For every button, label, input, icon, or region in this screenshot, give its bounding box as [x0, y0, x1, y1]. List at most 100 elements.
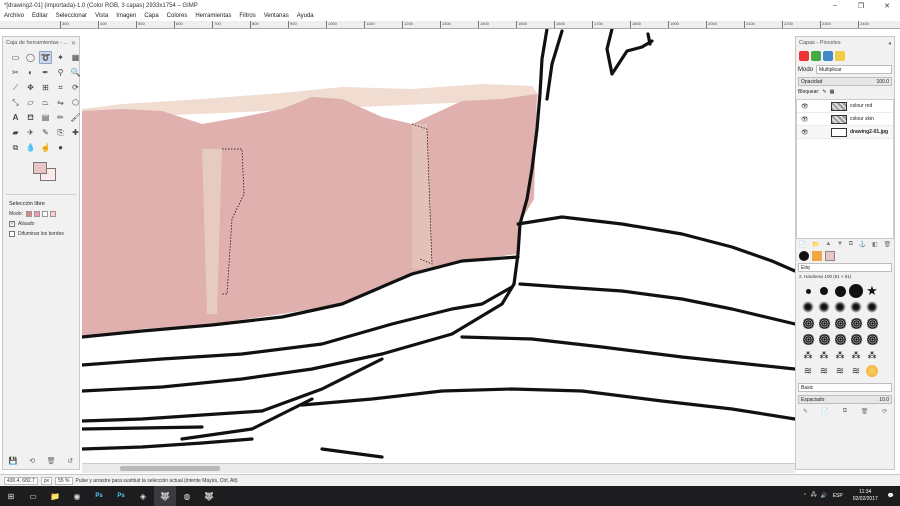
menu-ventanas[interactable]: Ventanas [264, 13, 289, 19]
layer-item[interactable]: 👁 colour skin [797, 113, 893, 126]
refresh-brushes-icon[interactable]: ⟳ [882, 408, 887, 415]
menu-filtros[interactable]: Filtros [239, 13, 255, 19]
brush-grass-icon[interactable]: ⁂ [800, 347, 816, 363]
brush-splat-icon[interactable] [832, 331, 848, 347]
clone-icon[interactable]: ⎘ [54, 126, 67, 139]
brush-sun-icon[interactable] [864, 363, 880, 379]
file-explorer-icon[interactable]: 📁 [44, 486, 66, 506]
chrome-icon[interactable]: ◉ [66, 486, 88, 506]
delete-brush-icon[interactable]: 🗑 [861, 408, 869, 415]
brush-dot-l-icon[interactable] [832, 283, 848, 299]
brush-splat-icon[interactable] [816, 331, 832, 347]
mode-add-icon[interactable] [33, 211, 40, 217]
perspective-icon[interactable]: ⏢ [39, 96, 52, 109]
mode-intersect-icon[interactable] [49, 211, 56, 217]
scrollbar-thumb[interactable] [120, 466, 220, 471]
dock-menu-icon[interactable]: ◂ [888, 40, 891, 47]
layer-item[interactable]: 👁 colour red [797, 100, 893, 113]
brush-splat-icon[interactable] [800, 315, 816, 331]
zoom-select[interactable]: 55 % [55, 476, 73, 485]
mask-layer-icon[interactable]: ◧ [872, 241, 878, 248]
zoom-icon[interactable]: 🔍 [69, 66, 82, 79]
foreground-select-icon[interactable]: ◐ [24, 66, 37, 79]
menu-colores[interactable]: Colores [167, 13, 188, 19]
antialias-checkbox[interactable]: ✓ [9, 221, 15, 227]
delete-layer-icon[interactable]: 🗑 [883, 241, 891, 248]
brush-hatch-icon[interactable]: ≋ [832, 363, 848, 379]
maximize-button[interactable]: ❐ [848, 2, 874, 10]
eraser-icon[interactable]: ▰ [9, 126, 22, 139]
browser-icon[interactable]: ◍ [176, 486, 198, 506]
brush-grass-icon[interactable]: ⁂ [816, 347, 832, 363]
brush-star-icon[interactable]: ★ [864, 283, 880, 299]
brush-splat-icon[interactable] [800, 331, 816, 347]
delete-options-icon[interactable]: 🗑 [47, 457, 56, 465]
task-view-icon[interactable]: ▭ [22, 486, 44, 506]
spacing-slider[interactable]: Espaciado 10.0 [798, 395, 892, 404]
brush-fuzzy-icon[interactable] [832, 299, 848, 315]
brush-dot-xl-icon[interactable] [848, 283, 864, 299]
brush-hatch-icon[interactable]: ≋ [848, 363, 864, 379]
tab-channels-icon[interactable] [811, 51, 821, 61]
align-icon[interactable]: ⊞ [39, 81, 52, 94]
lock-pixels-icon[interactable]: ✎ [822, 89, 826, 95]
gradient-tab-icon[interactable] [825, 251, 835, 261]
ink-icon[interactable]: ✎ [39, 126, 52, 139]
lock-alpha-icon[interactable]: ▦ [830, 89, 835, 95]
save-options-icon[interactable]: 💾 [9, 457, 18, 465]
anchor-layer-icon[interactable]: ⚓ [859, 241, 866, 248]
brush-dot-s-icon[interactable] [800, 283, 816, 299]
text-icon[interactable]: A [9, 111, 22, 124]
lower-layer-icon[interactable]: ▼ [837, 241, 843, 247]
brush-splat-icon[interactable] [864, 331, 880, 347]
menu-ayuda[interactable]: Ayuda [297, 13, 314, 19]
visibility-eye-icon[interactable]: 👁 [801, 129, 811, 136]
language-indicator[interactable]: ESP [833, 493, 843, 499]
menu-vista[interactable]: Vista [95, 13, 108, 19]
gimp-2-icon[interactable]: 🐺 [198, 486, 220, 506]
blend-icon[interactable]: ▤ [39, 111, 52, 124]
brush-tag-filter[interactable]: Etiq [798, 263, 892, 272]
brush-fuzzy-icon[interactable] [800, 299, 816, 315]
rotate-icon[interactable]: ⟳ [69, 81, 82, 94]
opacity-slider[interactable]: Opacidad 100.0 [798, 77, 892, 86]
free-select-icon[interactable]: ➰ [39, 51, 52, 64]
color-select-icon[interactable]: ▦ [69, 51, 82, 64]
mode-subtract-icon[interactable] [41, 211, 48, 217]
brush-grass-icon[interactable]: ⁂ [832, 347, 848, 363]
photoshop-icon[interactable]: Ps [88, 486, 110, 506]
brush-hatch-icon[interactable]: ≋ [800, 363, 816, 379]
cage-icon[interactable]: ⬡ [69, 96, 82, 109]
toolbox-close-icon[interactable]: ✕ [71, 40, 76, 47]
new-brush-icon[interactable]: 📄 [822, 408, 829, 415]
unit-select[interactable]: px [40, 476, 53, 485]
raise-layer-icon[interactable]: ▲ [825, 241, 831, 247]
new-group-icon[interactable]: 📁 [812, 241, 819, 248]
pencil-icon[interactable]: ✏ [54, 111, 67, 124]
menu-seleccionar[interactable]: Seleccionar [56, 13, 87, 19]
image-canvas[interactable] [82, 29, 795, 463]
menu-editar[interactable]: Editar [32, 13, 48, 19]
tray-network-icon[interactable]: 🖧 [811, 492, 817, 500]
menu-imagen[interactable]: Imagen [116, 13, 136, 19]
flip-icon[interactable]: ⇋ [54, 96, 67, 109]
horizontal-ruler[interactable]: 300 400 500 600 700 800 900 1000 1100 1200 1300 140… [0, 21, 900, 29]
menu-herramientas[interactable]: Herramientas [195, 13, 231, 19]
brush-splat-icon[interactable] [832, 315, 848, 331]
foreground-color-swatch[interactable] [33, 162, 47, 174]
brush-tab-icon[interactable] [799, 251, 809, 261]
brush-splat-icon[interactable] [864, 315, 880, 331]
brush-fuzzy-icon[interactable] [848, 299, 864, 315]
visibility-eye-icon[interactable]: 👁 [801, 103, 811, 110]
smudge-icon[interactable]: ☝ [39, 141, 52, 154]
photoshop-2-icon[interactable]: Ps [110, 486, 132, 506]
crop-icon[interactable]: ⌗ [54, 81, 67, 94]
menu-capa[interactable]: Capa [144, 13, 158, 19]
duplicate-layer-icon[interactable]: ⧉ [849, 241, 853, 248]
start-windows-icon[interactable]: ⊞ [0, 486, 22, 506]
tray-volume-icon[interactable]: 🔊 [820, 493, 826, 499]
color-picker-icon[interactable]: ⚲ [54, 66, 67, 79]
bucket-fill-icon[interactable]: ⛾ [24, 111, 37, 124]
visibility-eye-icon[interactable]: 👁 [801, 116, 811, 123]
brush-grass-icon[interactable]: ⁂ [864, 347, 880, 363]
